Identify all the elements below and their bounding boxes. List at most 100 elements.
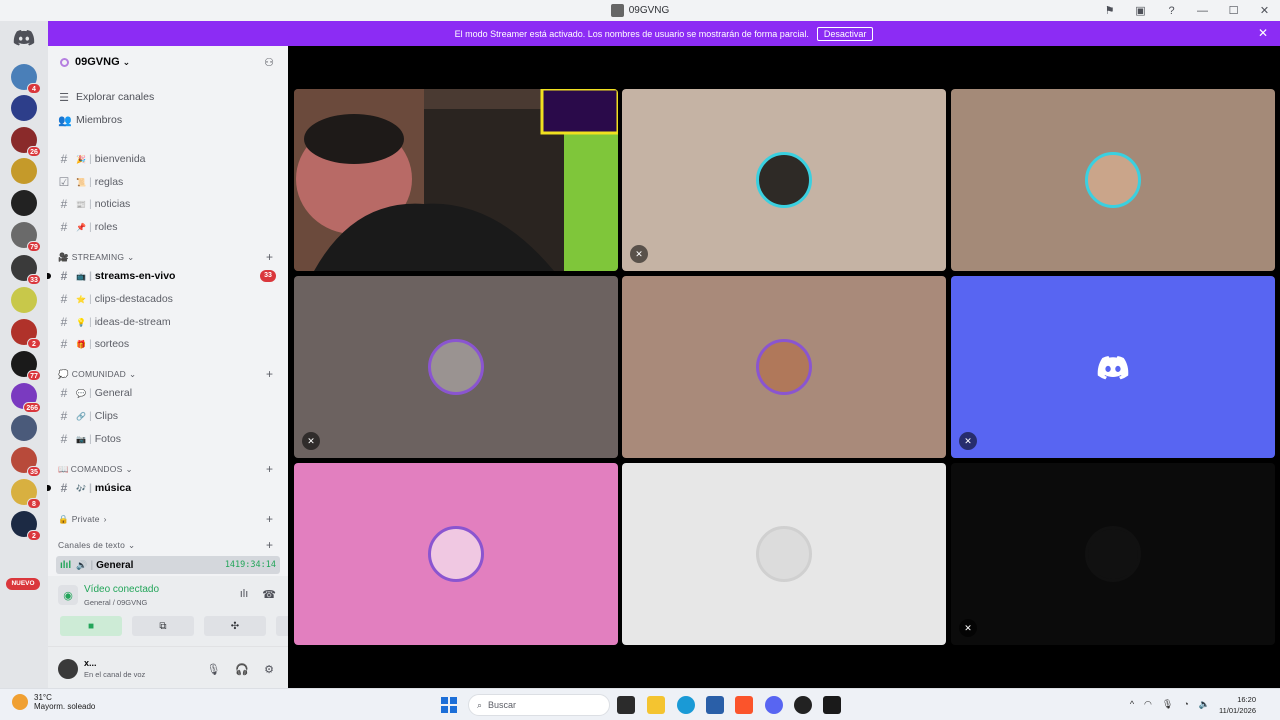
server-badge: 26: [27, 146, 41, 157]
settings-gear-icon[interactable]: ⚙: [264, 663, 274, 676]
voice-channel-general[interactable]: ılıl 🔊 | General 1419:34:14: [56, 556, 280, 574]
channel-reglas[interactable]: ☑ 📜 | reglas: [56, 171, 280, 193]
task-view-icon[interactable]: [617, 696, 635, 714]
video-tile-participant[interactable]: ✕: [622, 89, 946, 271]
video-tile-participant[interactable]: [622, 276, 946, 458]
voice-location[interactable]: General / 09GVNG: [84, 598, 147, 607]
help-icon[interactable]: ?: [1156, 5, 1187, 17]
channel-general-text[interactable]: # 💬 | General: [56, 382, 280, 404]
channel-label: bienvenida: [94, 153, 146, 165]
rules-icon: ☑: [58, 175, 70, 189]
brave-browser-icon[interactable]: [735, 696, 753, 714]
category-text-channels[interactable]: Canales de texto ⌄ +: [58, 537, 288, 553]
taskbar-clock[interactable]: 16:20 11/01/2026: [1219, 694, 1256, 716]
activities-icon: ✣: [230, 620, 240, 632]
video-tile-participant[interactable]: [622, 463, 946, 645]
windows-start-icon[interactable]: [441, 697, 457, 713]
server-header[interactable]: 09GVNG ⌄ ⚇: [48, 46, 288, 78]
category-comunidad[interactable]: 💭 COMUNIDAD ⌄ +: [58, 366, 288, 382]
category-comandos[interactable]: 📖 COMANDOS ⌄ +: [58, 461, 288, 477]
server-icon[interactable]: 266: [11, 383, 41, 413]
mic-tray-icon[interactable]: 🎙: [1162, 699, 1173, 710]
server-icon[interactable]: 2: [11, 319, 41, 349]
server-icon[interactable]: 26: [11, 127, 41, 157]
inbox-icon[interactable]: ⚑: [1094, 4, 1125, 17]
add-channel-icon[interactable]: +: [266, 250, 273, 264]
minimize-button[interactable]: —: [1187, 5, 1218, 17]
voice-status[interactable]: Vídeo conectado: [84, 584, 159, 595]
video-tile-participant[interactable]: [951, 89, 1275, 271]
close-window-button[interactable]: ✕: [1249, 4, 1280, 17]
volume-icon[interactable]: 🔈: [1199, 699, 1210, 710]
discord-home-icon[interactable]: [11, 27, 37, 49]
user-name[interactable]: x...: [84, 658, 97, 668]
network-icon[interactable]: ◠: [1144, 699, 1152, 710]
app-icon[interactable]: [794, 696, 812, 714]
server-icon[interactable]: [11, 287, 37, 313]
microphone-icon[interactable]: 🎙: [206, 663, 220, 676]
channel-clips[interactable]: # 🔗 | Clips: [56, 405, 280, 427]
channel-bienvenida[interactable]: # 🎉 | bienvenida: [56, 148, 280, 170]
category-label: COMANDOS: [70, 464, 123, 474]
wifi-icon[interactable]: ◔: [1183, 699, 1188, 710]
server-icon[interactable]: 8: [11, 479, 41, 509]
threads-icon[interactable]: ▣: [1125, 4, 1156, 17]
chevron-right-icon: ›: [103, 514, 107, 524]
maximize-button[interactable]: ☐: [1218, 4, 1249, 17]
server-icon[interactable]: [11, 415, 37, 441]
discord-logo-icon: [1097, 356, 1129, 383]
video-tile-discord[interactable]: ✕: [951, 276, 1275, 458]
add-channel-icon[interactable]: +: [266, 462, 273, 476]
obs-icon[interactable]: [823, 696, 841, 714]
camera-button[interactable]: ■: [60, 616, 122, 636]
server-icon[interactable]: 4: [11, 64, 41, 94]
add-channel-icon[interactable]: +: [266, 367, 273, 381]
channel-ideas-de-stream[interactable]: # 💡 | ideas-de-stream: [56, 311, 280, 333]
discord-taskbar-icon[interactable]: [765, 696, 783, 714]
weather-widget[interactable]: 31°C Mayorm. soleado: [12, 693, 95, 711]
members-link[interactable]: 👥 Miembros: [58, 109, 122, 131]
close-banner-icon[interactable]: ✕: [1258, 26, 1268, 40]
server-icon[interactable]: [11, 95, 37, 121]
category-streaming[interactable]: 🎥 STREAMING ⌄ +: [58, 249, 288, 265]
server-icon[interactable]: 33: [11, 255, 41, 285]
show-hidden-icons[interactable]: ^: [1130, 699, 1134, 710]
channel-fotos[interactable]: # 📷 | Fotos: [56, 428, 280, 450]
channel-musica[interactable]: # 🎶 | música: [47, 477, 280, 499]
channel-streams-en-vivo[interactable]: # 📺 | streams-en-vivo 33: [47, 265, 280, 287]
server-icon[interactable]: [11, 158, 37, 184]
add-channel-icon[interactable]: +: [266, 538, 273, 552]
avatar: [756, 339, 812, 395]
server-icon[interactable]: 77: [11, 351, 41, 381]
avatar[interactable]: [58, 659, 78, 679]
file-explorer-icon[interactable]: [647, 696, 665, 714]
add-channel-icon[interactable]: +: [266, 512, 273, 526]
edge-browser-icon[interactable]: [677, 696, 695, 714]
disconnect-icon[interactable]: ☎: [262, 588, 276, 601]
video-tile-participant[interactable]: ✕: [294, 276, 618, 458]
server-icon[interactable]: 2: [11, 511, 41, 541]
video-tile-camera[interactable]: [294, 89, 618, 271]
activities-button[interactable]: ✣: [204, 616, 266, 636]
server-icon[interactable]: 79: [11, 222, 41, 252]
invite-icon[interactable]: ⚇: [264, 56, 274, 69]
browse-channels[interactable]: ☰ Explorar canales: [58, 86, 154, 108]
chevron-down-icon: ⌄: [129, 368, 137, 379]
video-tile-participant[interactable]: ✕: [951, 463, 1275, 645]
channel-sorteos[interactable]: # 🎁 | sorteos: [56, 333, 280, 355]
channel-noticias[interactable]: # 📰 | noticias: [56, 193, 280, 215]
channel-clips-destacados[interactable]: # ⭐ | clips-destacados: [56, 288, 280, 310]
noise-suppression-icon[interactable]: ılı: [240, 588, 249, 601]
category-private[interactable]: 🔒 Private › +: [58, 511, 288, 527]
server-icon[interactable]: [11, 190, 37, 216]
server-icon[interactable]: 35: [11, 447, 41, 477]
headphones-icon[interactable]: 🎧: [235, 663, 249, 676]
deactivate-button[interactable]: Desactivar: [816, 26, 874, 41]
screen-share-button[interactable]: ⧉: [132, 616, 194, 636]
video-tile-participant[interactable]: [294, 463, 618, 645]
channel-label: roles: [94, 221, 118, 233]
avatar: [428, 526, 484, 582]
store-icon[interactable]: [706, 696, 724, 714]
taskbar-search[interactable]: ⌕ Buscar: [468, 694, 610, 716]
channel-roles[interactable]: # 📌 | roles: [56, 216, 280, 238]
